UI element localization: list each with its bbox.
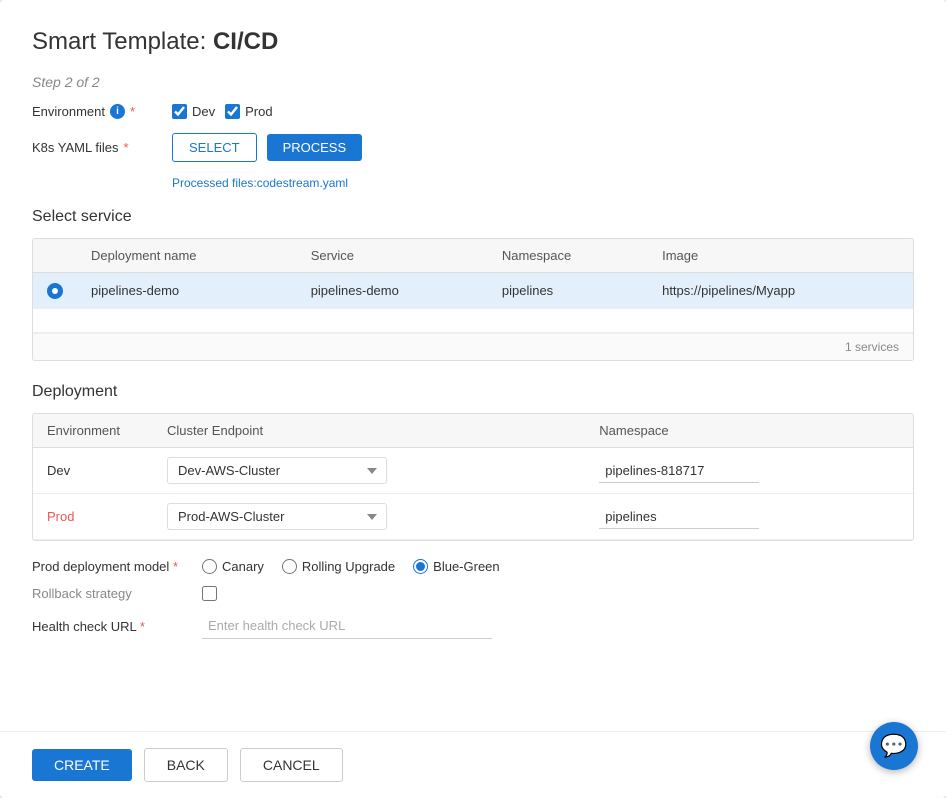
cancel-button[interactable]: CANCEL bbox=[240, 748, 343, 782]
deployment-table-container: Environment Cluster Endpoint Namespace D… bbox=[32, 413, 914, 541]
deployment-table: Environment Cluster Endpoint Namespace D… bbox=[33, 414, 913, 540]
k8s-row: K8s YAML files * SELECT PROCESS bbox=[32, 133, 914, 162]
select-service-table-container: Deployment name Service Namespace Image … bbox=[32, 238, 914, 361]
radio-rolling-upgrade[interactable]: Rolling Upgrade bbox=[282, 559, 395, 574]
radio-blue-green[interactable]: Blue-Green bbox=[413, 559, 499, 574]
th-deployment-name: Deployment name bbox=[77, 239, 297, 273]
page-title: Smart Template: CI/CD bbox=[32, 28, 914, 56]
deployment-header-row: Environment Cluster Endpoint Namespace bbox=[33, 414, 913, 448]
th-namespace: Namespace bbox=[488, 239, 648, 273]
radio-canary[interactable]: Canary bbox=[202, 559, 264, 574]
env-prod-checkbox[interactable] bbox=[225, 104, 240, 119]
process-button[interactable]: PROCESS bbox=[267, 134, 363, 161]
env-prod-checkbox-wrap[interactable]: Prod bbox=[225, 104, 272, 119]
deploy-env-prod: Prod bbox=[33, 494, 153, 540]
dev-cluster-select[interactable]: Dev-AWS-Cluster bbox=[167, 457, 387, 484]
main-content: Smart Template: CI/CD Step 2 of 2 Enviro… bbox=[0, 0, 946, 731]
row-radio bbox=[33, 273, 77, 309]
rollback-strategy-row: Rollback strategy bbox=[32, 586, 914, 601]
table-row-empty bbox=[33, 309, 913, 333]
cell-namespace: pipelines bbox=[488, 273, 648, 309]
deploy-cluster-dev: Dev-AWS-Cluster bbox=[153, 448, 585, 494]
back-button[interactable]: BACK bbox=[144, 748, 228, 782]
environment-row: Environment i * Dev Prod bbox=[32, 104, 914, 119]
env-dev-checkbox[interactable] bbox=[172, 104, 187, 119]
th-image: Image bbox=[648, 239, 913, 273]
health-check-input[interactable] bbox=[202, 613, 492, 639]
k8s-controls: SELECT PROCESS bbox=[172, 133, 914, 162]
environment-info-icon[interactable]: i bbox=[110, 104, 125, 119]
deploy-env-dev: Dev bbox=[33, 448, 153, 494]
k8s-label: K8s YAML files * bbox=[32, 140, 172, 155]
cell-image: https://pipelines/Myapp bbox=[648, 273, 913, 309]
deployment-model-radio-group: Canary Rolling Upgrade Blue-Green bbox=[202, 559, 500, 574]
main-window: Smart Template: CI/CD Step 2 of 2 Enviro… bbox=[0, 0, 946, 798]
cluster-select-wrap-dev: Dev-AWS-Cluster bbox=[167, 457, 571, 484]
cell-service: pipelines-demo bbox=[297, 273, 488, 309]
env-dev-checkbox-wrap[interactable]: Dev bbox=[172, 104, 215, 119]
health-check-label: Health check URL * bbox=[32, 619, 202, 634]
radio-blue-green-label: Blue-Green bbox=[433, 559, 499, 574]
deploy-cluster-prod: Prod-AWS-Cluster bbox=[153, 494, 585, 540]
radio-canary-input[interactable] bbox=[202, 559, 217, 574]
prod-cluster-select[interactable]: Prod-AWS-Cluster bbox=[167, 503, 387, 530]
create-button[interactable]: CREATE bbox=[32, 749, 132, 781]
service-table-header-row: Deployment name Service Namespace Image bbox=[33, 239, 913, 273]
th-radio bbox=[33, 239, 77, 273]
deployment-title: Deployment bbox=[32, 383, 914, 401]
th-deploy-env: Environment bbox=[33, 414, 153, 448]
table-footer: 1 services bbox=[33, 333, 913, 360]
table-row[interactable]: pipelines-demo pipelines-demo pipelines … bbox=[33, 273, 913, 309]
environment-controls: Dev Prod bbox=[172, 104, 914, 119]
select-service-table: Deployment name Service Namespace Image … bbox=[33, 239, 913, 333]
select-button[interactable]: SELECT bbox=[172, 133, 257, 162]
rollback-label: Rollback strategy bbox=[32, 586, 202, 601]
th-cluster-endpoint: Cluster Endpoint bbox=[153, 414, 585, 448]
radio-selected-dot bbox=[47, 283, 63, 299]
prod-deployment-model-label: Prod deployment model * bbox=[32, 559, 202, 574]
table-row: Dev Dev-AWS-Cluster bbox=[33, 448, 913, 494]
deploy-namespace-dev bbox=[585, 448, 913, 494]
th-deploy-namespace: Namespace bbox=[585, 414, 913, 448]
th-service: Service bbox=[297, 239, 488, 273]
radio-rolling-upgrade-input[interactable] bbox=[282, 559, 297, 574]
radio-rolling-upgrade-label: Rolling Upgrade bbox=[302, 559, 395, 574]
step-label: Step 2 of 2 bbox=[32, 74, 914, 90]
dev-namespace-input[interactable] bbox=[599, 459, 759, 483]
processed-files: Processed files:codestream.yaml bbox=[172, 176, 914, 190]
chat-fab[interactable]: 💬 bbox=[870, 722, 918, 770]
prod-deployment-model-row: Prod deployment model * Canary Rolling U… bbox=[32, 559, 914, 574]
radio-canary-label: Canary bbox=[222, 559, 264, 574]
environment-label: Environment i * bbox=[32, 104, 172, 119]
footer: CREATE BACK CANCEL bbox=[0, 731, 946, 798]
deploy-namespace-prod bbox=[585, 494, 913, 540]
rollback-checkbox[interactable] bbox=[202, 586, 217, 601]
table-row: Prod Prod-AWS-Cluster bbox=[33, 494, 913, 540]
prod-namespace-input[interactable] bbox=[599, 505, 759, 529]
cell-deployment-name: pipelines-demo bbox=[77, 273, 297, 309]
chat-icon: 💬 bbox=[880, 733, 907, 759]
cluster-select-wrap-prod: Prod-AWS-Cluster bbox=[167, 503, 571, 530]
select-service-title: Select service bbox=[32, 208, 914, 226]
radio-blue-green-input[interactable] bbox=[413, 559, 428, 574]
health-check-row: Health check URL * bbox=[32, 613, 914, 639]
